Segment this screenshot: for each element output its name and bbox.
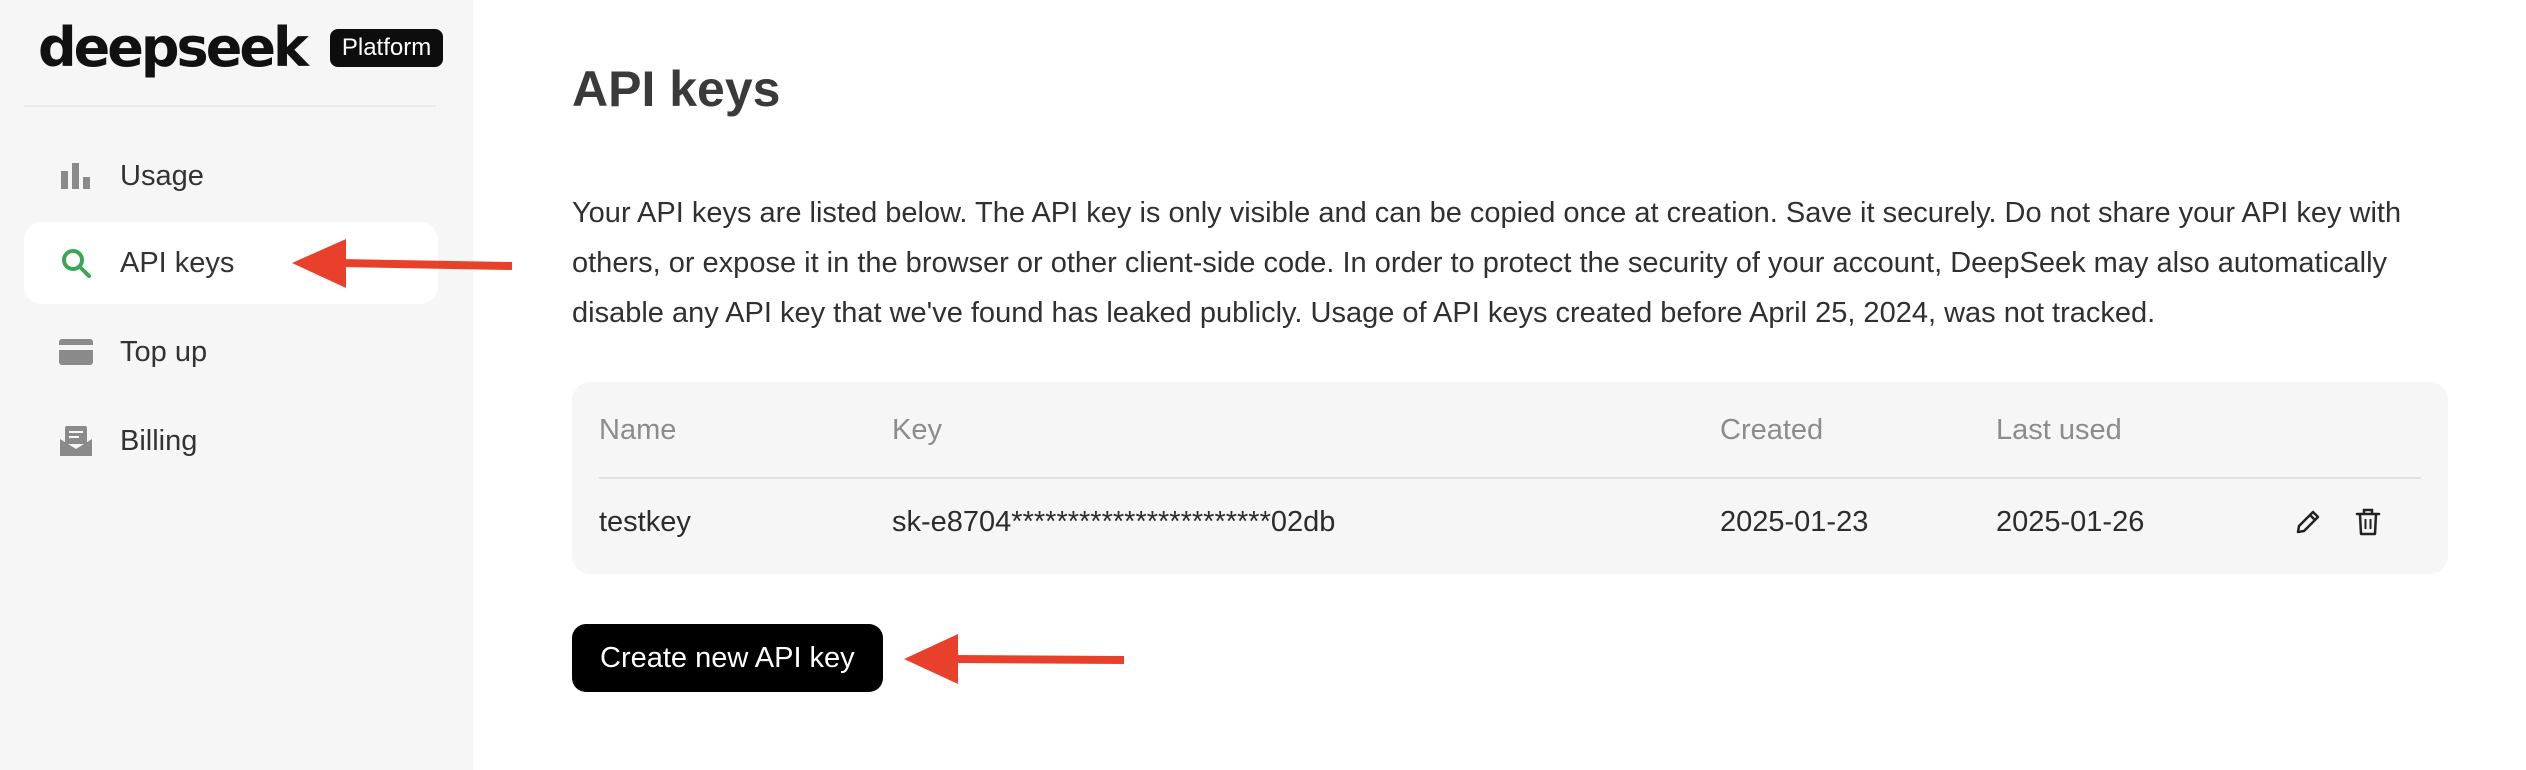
app-root: deepseek Platform Usage API keys Top up … bbox=[0, 0, 2526, 770]
page-title: API keys bbox=[572, 61, 781, 117]
column-header-key: Key bbox=[892, 414, 942, 446]
table-divider bbox=[599, 477, 2421, 479]
column-header-name: Name bbox=[599, 414, 677, 446]
billing-icon bbox=[58, 423, 94, 459]
sidebar: deepseek Platform Usage API keys Top up … bbox=[0, 0, 473, 770]
sidebar-item-label: Billing bbox=[120, 424, 198, 457]
sidebar-item-billing[interactable]: Billing bbox=[24, 400, 438, 482]
brand: deepseek Platform bbox=[38, 18, 444, 78]
platform-badge: Platform bbox=[329, 29, 444, 67]
card-icon bbox=[58, 334, 94, 370]
sidebar-item-label: API keys bbox=[120, 246, 235, 279]
api-keys-table: Name Key Created Last used testkey sk-e8… bbox=[572, 382, 2448, 574]
create-api-key-button[interactable]: Create new API key bbox=[572, 624, 883, 692]
search-icon bbox=[58, 245, 94, 281]
sidebar-item-top-up[interactable]: Top up bbox=[24, 311, 438, 393]
api-keys-description: Your API keys are listed below. The API … bbox=[572, 197, 2402, 329]
sidebar-item-label: Usage bbox=[120, 159, 204, 192]
column-header-last-used: Last used bbox=[1996, 414, 2122, 446]
annotation-arrow-create-button bbox=[904, 634, 1125, 684]
sidebar-item-label: Top up bbox=[120, 335, 208, 368]
created-date-cell: 2025-01-23 bbox=[1720, 506, 1869, 538]
sidebar-item-usage[interactable]: Usage bbox=[24, 135, 438, 217]
annotation-arrow-api-keys bbox=[292, 239, 513, 288]
edit-icon[interactable] bbox=[2288, 502, 2328, 542]
deepseek-logo[interactable]: deepseek bbox=[38, 18, 309, 78]
key-name-cell: testkey bbox=[599, 506, 691, 538]
last-used-date-cell: 2025-01-26 bbox=[1996, 506, 2145, 538]
key-value-cell: sk-e8704***********************02db bbox=[892, 506, 1336, 538]
trash-icon[interactable] bbox=[2348, 502, 2388, 542]
bar-chart-icon bbox=[58, 158, 94, 194]
sidebar-divider bbox=[24, 105, 436, 107]
column-header-created: Created bbox=[1720, 414, 1824, 446]
